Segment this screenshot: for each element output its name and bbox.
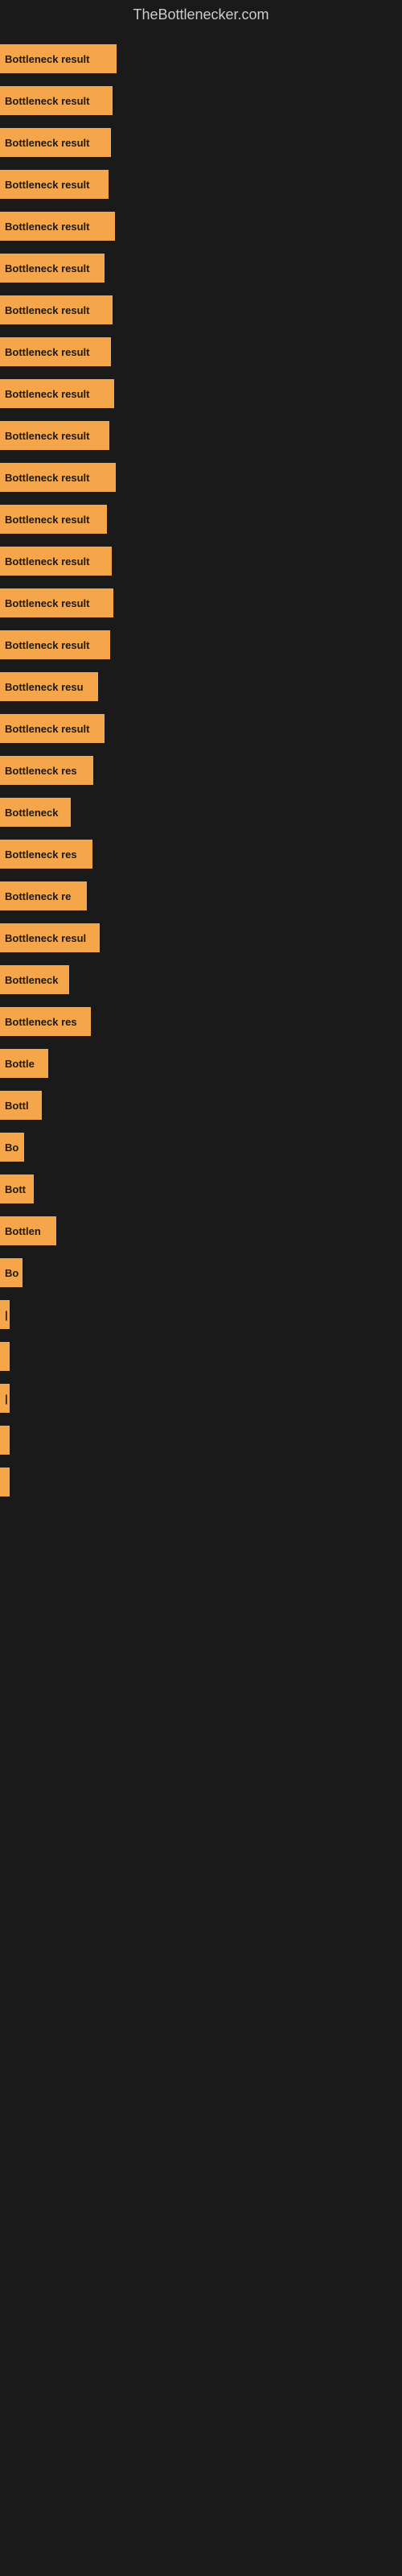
bottleneck-bar: Bottleneck result [0,337,111,366]
bar-row: Bottleneck result [0,247,402,289]
bottleneck-bar: Bottleneck result [0,463,116,492]
bar-row: Bottleneck result [0,624,402,666]
bar-row: Bottleneck res [0,749,402,791]
bar-row: Bottleneck res [0,833,402,875]
bar-row [0,1335,402,1377]
bottleneck-bar: | [0,1384,10,1413]
bottleneck-bar: Bo [0,1258,23,1287]
bottleneck-bar: Bo [0,1133,24,1162]
bar-row: Bottleneck resu [0,666,402,708]
bar-row: Bottle [0,1042,402,1084]
bar-row: Bottleneck result [0,415,402,456]
bar-row: Bottleneck re [0,875,402,917]
bar-row: Bottleneck result [0,498,402,540]
bar-row: Bottleneck result [0,456,402,498]
bar-row [0,1461,402,1503]
bar-row: Bottleneck result [0,331,402,373]
bar-row: Bott [0,1168,402,1210]
bottleneck-bar: Bottleneck result [0,379,114,408]
bottleneck-bar: Bottleneck result [0,547,112,576]
bottleneck-bar: Bottleneck result [0,86,113,115]
bar-row: Bottleneck result [0,80,402,122]
bottleneck-bar [0,1468,10,1496]
bottleneck-bar: Bottlen [0,1216,56,1245]
bars-container: Bottleneck result Bottleneck result Bottle… [0,30,402,1511]
bar-row [0,1419,402,1461]
bottleneck-bar: Bottleneck result [0,170,109,199]
bottleneck-bar [0,1426,10,1455]
bar-row: Bottleneck result [0,38,402,80]
bar-row: Bottleneck res [0,1001,402,1042]
bar-row: Bottleneck result [0,582,402,624]
bottleneck-bar: Bottl [0,1091,42,1120]
bar-row: Bottl [0,1084,402,1126]
bar-row: Bottleneck result [0,122,402,163]
bottleneck-bar: Bottleneck res [0,756,93,785]
bottleneck-bar [0,1342,10,1371]
bottleneck-bar: Bottleneck result [0,44,117,73]
bottleneck-bar: Bott [0,1174,34,1203]
site-title: TheBottlenecker.com [0,0,402,30]
bar-row: Bottleneck [0,791,402,833]
bottleneck-bar: Bottleneck res [0,1007,91,1036]
bar-row: Bottleneck result [0,163,402,205]
bottleneck-bar: Bottleneck result [0,128,111,157]
bar-row: Bo [0,1252,402,1294]
bar-row: Bottleneck result [0,205,402,247]
bottleneck-bar: Bottleneck [0,798,71,827]
bottleneck-bar: Bottleneck result [0,254,105,283]
bar-row: | [0,1294,402,1335]
bottleneck-bar: Bottleneck result [0,714,105,743]
bottleneck-bar: Bottleneck result [0,588,113,617]
bar-row: Bo [0,1126,402,1168]
bottleneck-bar: Bottleneck result [0,212,115,241]
bottleneck-bar: Bottleneck [0,965,69,994]
bottleneck-bar: Bottleneck result [0,421,109,450]
bottleneck-bar: Bottle [0,1049,48,1078]
bottleneck-bar: Bottleneck resul [0,923,100,952]
bar-row: Bottlen [0,1210,402,1252]
bar-row: | [0,1377,402,1419]
bar-row: Bottleneck result [0,373,402,415]
bar-row: Bottleneck result [0,540,402,582]
bar-row: Bottleneck result [0,708,402,749]
bar-row: Bottleneck result [0,289,402,331]
bottleneck-bar: Bottleneck res [0,840,92,869]
bar-row: Bottleneck resul [0,917,402,959]
bar-row: Bottleneck [0,959,402,1001]
bottleneck-bar: | [0,1300,10,1329]
bottleneck-bar: Bottleneck result [0,630,110,659]
bottleneck-bar: Bottleneck resu [0,672,98,701]
bottleneck-bar: Bottleneck re [0,881,87,910]
bottleneck-bar: Bottleneck result [0,505,107,534]
bottleneck-bar: Bottleneck result [0,295,113,324]
